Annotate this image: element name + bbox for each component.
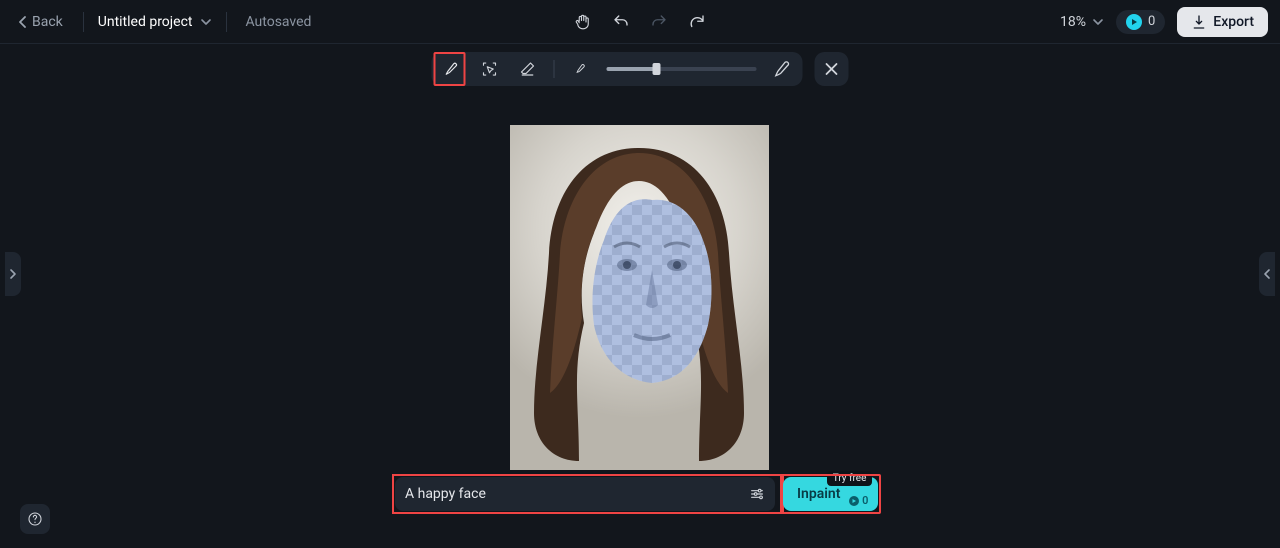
project-name-dropdown[interactable]: Untitled project [98,14,213,30]
toolbar-main [432,52,803,86]
credits-pill[interactable]: 0 [1116,10,1165,34]
undo-button[interactable] [611,12,631,32]
inpaint-cost: 0 [849,494,868,507]
prompt-bar: A happy face Inpaint 0 Try free [395,477,890,511]
divider [226,12,227,32]
chevron-down-icon [200,16,212,28]
prompt-text: A happy face [405,486,741,502]
hand-icon [574,13,592,31]
canvas-image[interactable] [510,125,769,470]
slider-thumb[interactable] [652,63,660,75]
credits-icon [1126,14,1142,30]
zoom-dropdown[interactable]: 18% [1060,14,1104,30]
header-right: 18% 0 Export [1060,7,1268,37]
inpaint-label: Inpaint [797,486,840,502]
prompt-input[interactable]: A happy face [395,477,775,511]
prompt-settings-button[interactable] [749,486,765,502]
close-icon [825,62,839,76]
redo-icon [650,13,668,31]
brush-large-icon [773,59,793,79]
eraser-icon [519,60,537,78]
brush-size-slider[interactable] [607,67,757,71]
undo-icon [612,13,630,31]
right-panel-toggle[interactable] [1259,252,1275,296]
inpaint-button-wrap: Inpaint 0 Try free [783,477,878,511]
pan-hand-button[interactable] [573,12,593,32]
try-free-badge: Try free [827,471,873,486]
divider [83,12,84,32]
export-label: Export [1213,14,1254,30]
app-header: Back Untitled project Autosaved 18% 0 [0,0,1280,44]
refresh-icon [688,13,706,31]
masking-toolbar [432,52,849,86]
export-button[interactable]: Export [1177,7,1268,37]
left-panel-toggle[interactable] [5,252,21,296]
smart-select-icon [481,60,499,78]
smart-select-tool-button[interactable] [478,57,502,81]
divider [554,60,555,78]
brush-icon [443,60,461,78]
header-center-tools [573,12,707,32]
brush-size-decrease-button[interactable] [569,57,593,81]
download-icon [1191,14,1207,30]
credits-mini-icon [849,496,859,506]
chevron-right-icon [9,268,17,280]
chevron-down-icon [1092,16,1104,28]
back-label: Back [32,14,63,30]
chevron-left-icon [1263,268,1271,280]
reset-button[interactable] [687,12,707,32]
back-button[interactable]: Back [12,10,69,34]
zoom-value: 18% [1060,14,1086,30]
redo-button[interactable] [649,12,669,32]
brush-size-increase-button[interactable] [771,57,795,81]
help-icon [27,511,43,527]
autosave-status: Autosaved [245,14,311,30]
brush-small-icon [573,61,589,77]
credits-count: 0 [1148,14,1155,29]
help-button[interactable] [20,504,50,534]
close-mask-mode-button[interactable] [815,52,849,86]
eraser-tool-button[interactable] [516,57,540,81]
sliders-icon [749,486,765,502]
slider-fill [607,67,657,71]
brush-tool-button[interactable] [440,57,464,81]
chevron-left-icon [18,16,28,28]
project-name-text: Untitled project [98,14,193,30]
inpaint-mask [582,195,722,385]
